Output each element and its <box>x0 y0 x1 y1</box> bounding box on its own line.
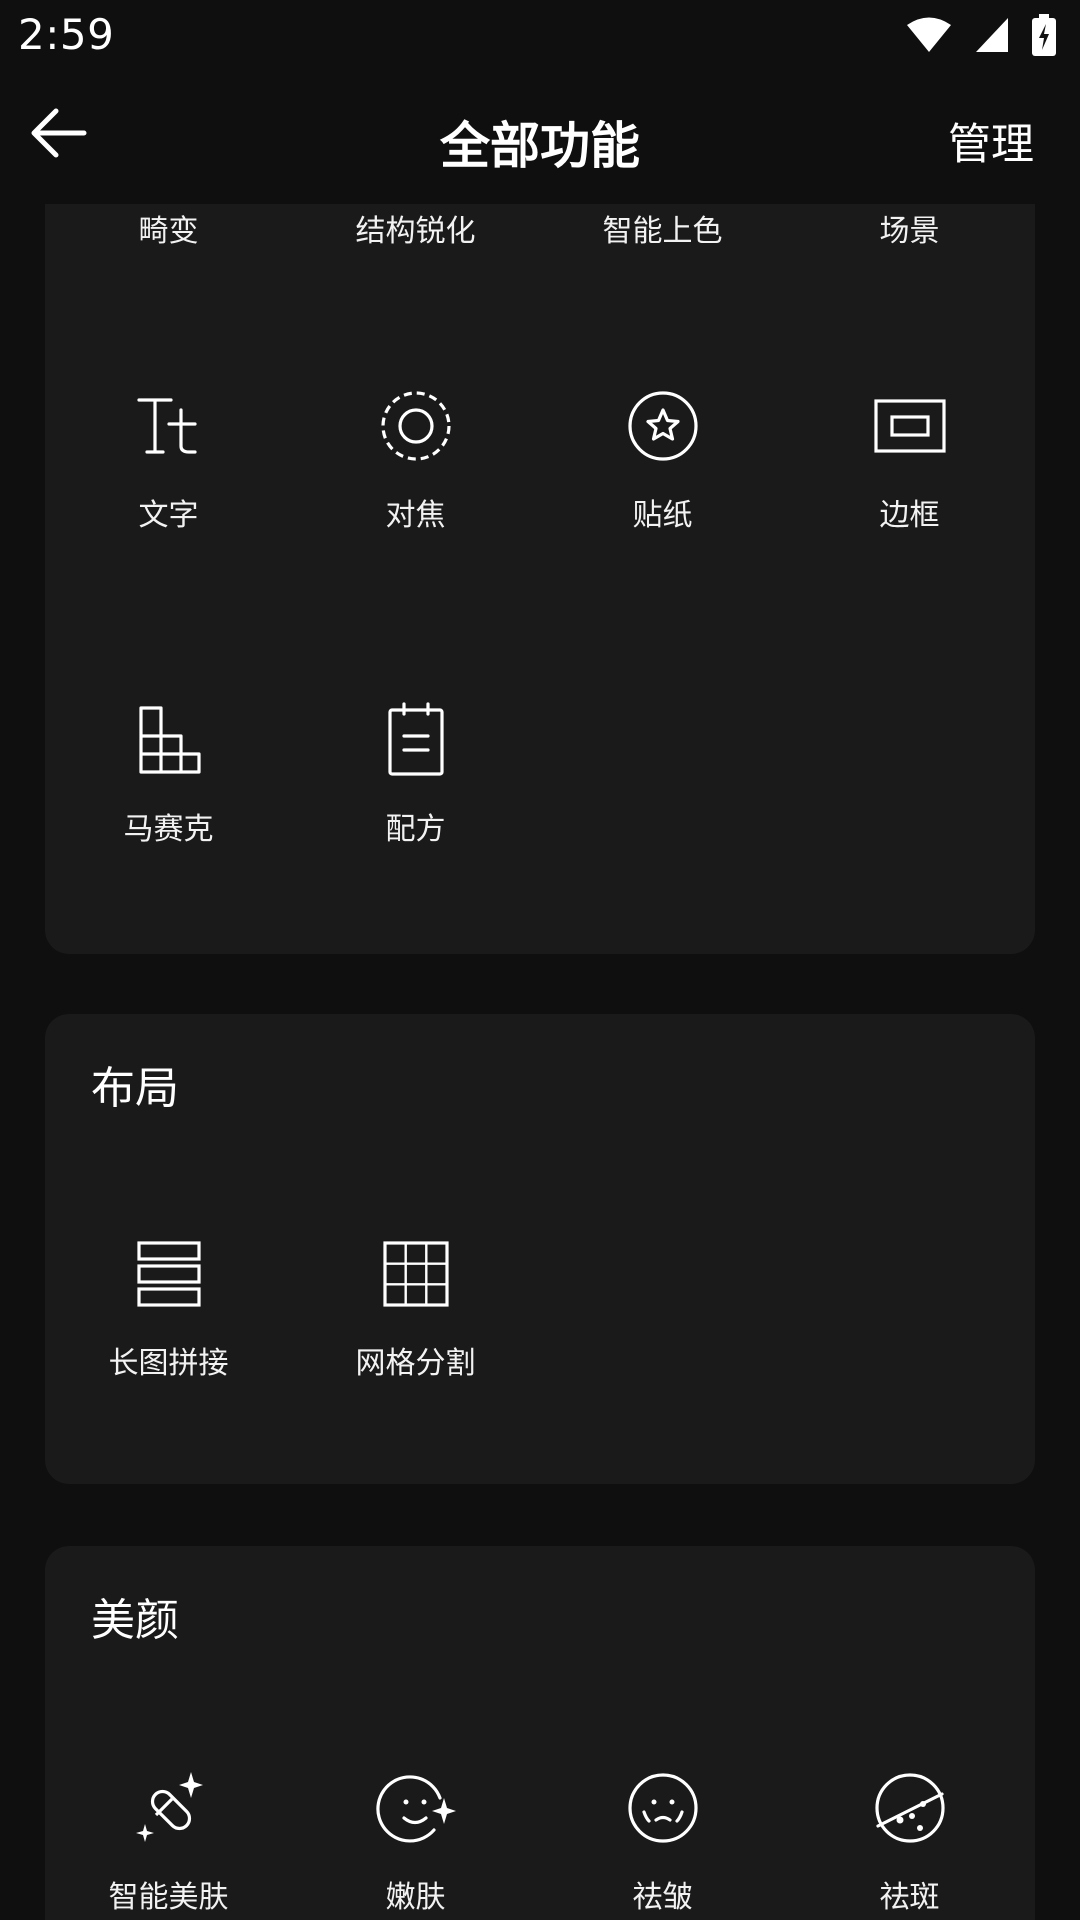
manage-button[interactable]: 管理 <box>948 110 1034 172</box>
top-app-bar: 全部功能 管理 <box>0 72 1080 204</box>
tool-long-image-stitch[interactable]: 长图拼接 <box>45 1234 292 1382</box>
mosaic-icon <box>129 700 209 780</box>
long-image-stitch-icon <box>129 1234 209 1314</box>
tool-wrinkle-removal-label: 祛皱 <box>632 1880 693 1915</box>
battery-charging-icon <box>1032 14 1056 56</box>
sticker-icon <box>623 386 703 466</box>
tool-frame[interactable]: 边框 <box>786 386 1033 534</box>
tool-label-structure-sharpen[interactable]: 结构锐化 <box>292 206 539 250</box>
frame-icon <box>870 386 950 466</box>
wrinkle-removal-icon <box>623 1768 703 1848</box>
tool-grid-split-label: 网格分割 <box>355 1346 476 1381</box>
status-time: 2:59 <box>18 10 115 59</box>
beauty-card: 美颜 智能美肤 嫩肤 祛皱 祛斑 <box>45 1546 1035 1920</box>
tool-text[interactable]: 文字 <box>45 386 292 534</box>
cellular-signal-icon <box>974 16 1010 54</box>
tool-text-label: 文字 <box>138 498 199 533</box>
tool-smart-skin[interactable]: 智能美肤 <box>45 1768 292 1916</box>
tool-mosaic-label: 马赛克 <box>123 812 214 847</box>
tool-label-smart-colorize[interactable]: 智能上色 <box>539 206 786 250</box>
tool-spot-removal[interactable]: 祛斑 <box>786 1768 1033 1916</box>
smart-skin-icon <box>129 1768 209 1848</box>
tool-smart-skin-label: 智能美肤 <box>108 1880 229 1915</box>
tool-recipe-label: 配方 <box>385 812 446 847</box>
tool-skin-smooth-label: 嫩肤 <box>385 1880 446 1915</box>
wifi-icon <box>906 16 952 54</box>
tool-frame-label: 边框 <box>879 498 940 533</box>
status-bar: 2:59 <box>0 0 1080 72</box>
tool-focus[interactable]: 对焦 <box>292 386 539 534</box>
tool-label-scene[interactable]: 场景 <box>786 206 1033 250</box>
recipe-icon <box>376 700 456 780</box>
tool-spot-removal-label: 祛斑 <box>879 1880 940 1915</box>
text-icon <box>129 386 209 466</box>
tool-sticker-label: 贴纸 <box>632 498 693 533</box>
tool-long-image-stitch-label: 长图拼接 <box>108 1346 229 1381</box>
tool-sticker[interactable]: 贴纸 <box>539 386 786 534</box>
tool-label-distortion[interactable]: 畸变 <box>45 206 292 250</box>
tool-recipe[interactable]: 配方 <box>292 700 539 848</box>
editing-tools-card: 畸变 结构锐化 智能上色 场景 文字 对焦 贴纸 边框 马赛克 配方 <box>45 204 1035 954</box>
grid-split-icon <box>376 1234 456 1314</box>
spot-removal-icon <box>870 1768 950 1848</box>
tool-focus-label: 对焦 <box>385 498 446 533</box>
skin-smooth-icon <box>375 1768 456 1848</box>
tool-skin-smooth[interactable]: 嫩肤 <box>292 1768 539 1916</box>
layout-card: 布局 长图拼接 网格分割 <box>45 1014 1035 1484</box>
features-scroll-area[interactable]: 畸变 结构锐化 智能上色 场景 文字 对焦 贴纸 边框 马赛克 配方 布局 长图… <box>0 204 1080 1920</box>
tool-wrinkle-removal[interactable]: 祛皱 <box>539 1768 786 1916</box>
tool-grid-split[interactable]: 网格分割 <box>292 1234 539 1382</box>
beauty-section-title: 美颜 <box>91 1595 179 1646</box>
page-title: 全部功能 <box>440 117 640 175</box>
focus-icon <box>376 386 456 466</box>
layout-section-title: 布局 <box>91 1063 179 1114</box>
tool-mosaic[interactable]: 马赛克 <box>45 700 292 848</box>
status-icons <box>906 14 1056 56</box>
